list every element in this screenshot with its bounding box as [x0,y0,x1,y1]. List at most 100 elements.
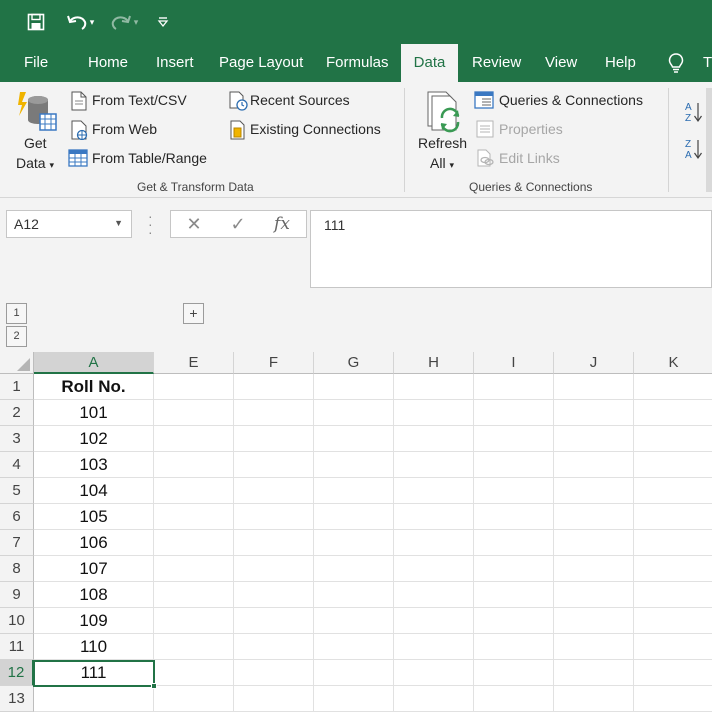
cell[interactable] [554,556,634,582]
save-icon[interactable] [24,10,48,34]
row-header[interactable]: 11 [0,634,34,660]
cell-a6[interactable]: 105 [34,504,154,530]
outline-level-2-button[interactable]: 2 [6,326,27,347]
tab-tell-me[interactable]: T [703,44,712,82]
cell[interactable] [234,556,314,582]
cell[interactable] [474,660,554,686]
cell[interactable] [394,556,474,582]
column-header-e[interactable]: E [154,352,234,374]
column-header-h[interactable]: H [394,352,474,374]
cell[interactable] [634,582,712,608]
undo-icon[interactable]: ▾ [62,10,98,34]
tab-help[interactable]: Help [605,44,636,82]
tab-view[interactable]: View [545,44,577,82]
cell-a11[interactable]: 110 [34,634,154,660]
cell[interactable] [314,582,394,608]
tab-home[interactable]: Home [88,44,128,82]
cell-a1[interactable]: Roll No. [34,374,154,400]
cell[interactable] [634,374,712,400]
from-table-range-button[interactable]: From Table/Range [92,150,207,166]
cell[interactable] [314,452,394,478]
cell[interactable] [474,556,554,582]
name-box[interactable]: A12 ▼ [6,210,132,238]
cell[interactable] [154,478,234,504]
cell[interactable] [314,660,394,686]
row-header[interactable]: 3 [0,426,34,452]
tab-review[interactable]: Review [472,44,521,82]
cell-a7[interactable]: 106 [34,530,154,556]
cell[interactable] [394,660,474,686]
cell[interactable] [314,608,394,634]
cell[interactable] [474,452,554,478]
row-header[interactable]: 8 [0,556,34,582]
column-header-a[interactable]: A [34,352,154,374]
row-header[interactable]: 1 [0,374,34,400]
cell[interactable] [394,374,474,400]
cell[interactable] [474,608,554,634]
cell[interactable] [234,582,314,608]
insert-function-icon[interactable]: fx [267,211,297,237]
cell-a13[interactable] [34,686,154,712]
existing-connections-button[interactable]: Existing Connections [250,121,381,137]
cell[interactable] [634,400,712,426]
cell[interactable] [234,608,314,634]
get-data-button[interactable]: Data ▾ [16,155,54,171]
row-header[interactable]: 10 [0,608,34,634]
cell[interactable] [234,504,314,530]
cell[interactable] [314,634,394,660]
lightbulb-icon[interactable] [668,44,688,82]
cell[interactable] [554,426,634,452]
refresh-all-button[interactable]: All ▾ [430,155,454,171]
undo-dropdown-icon[interactable]: ▾ [90,17,95,28]
cell[interactable] [474,634,554,660]
cell-a10[interactable]: 109 [34,608,154,634]
cell[interactable] [634,556,712,582]
cell[interactable] [314,556,394,582]
cell[interactable] [634,634,712,660]
cell[interactable] [154,686,234,712]
cell[interactable] [474,400,554,426]
row-header[interactable]: 4 [0,452,34,478]
cell[interactable] [394,634,474,660]
cell[interactable] [634,426,712,452]
cell[interactable] [554,478,634,504]
cell[interactable] [234,530,314,556]
cell[interactable] [474,686,554,712]
refresh-label-1[interactable]: Refresh [418,135,467,151]
cell[interactable] [154,530,234,556]
cell[interactable] [154,660,234,686]
customize-qat-icon[interactable] [154,10,172,34]
cell-a8[interactable]: 107 [34,556,154,582]
from-text-csv-button[interactable]: From Text/CSV [92,92,187,108]
cell[interactable] [234,400,314,426]
cell[interactable] [474,426,554,452]
cell[interactable] [314,374,394,400]
cell-a5[interactable]: 104 [34,478,154,504]
select-all-button[interactable] [0,352,34,374]
cell[interactable] [154,582,234,608]
cell[interactable] [634,478,712,504]
cell[interactable] [234,660,314,686]
cell[interactable] [554,686,634,712]
tab-file[interactable]: File [24,44,48,82]
formula-bar-resize-handle[interactable]: · · · [148,209,153,239]
cell[interactable] [394,400,474,426]
column-header-k[interactable]: K [634,352,712,374]
cell[interactable] [154,608,234,634]
row-header[interactable]: 9 [0,582,34,608]
cell[interactable] [154,426,234,452]
cell[interactable] [234,634,314,660]
cell[interactable] [634,504,712,530]
cell[interactable] [154,556,234,582]
refresh-all-icon[interactable] [424,88,466,139]
cell[interactable] [554,582,634,608]
row-header[interactable]: 12 [0,660,34,686]
cell[interactable] [154,452,234,478]
cell[interactable] [474,504,554,530]
cell[interactable] [554,504,634,530]
cell[interactable] [554,452,634,478]
cell-a4[interactable]: 103 [34,452,154,478]
cell[interactable] [314,686,394,712]
tab-page-layout[interactable]: Page Layout [219,44,303,82]
cell[interactable] [634,530,712,556]
